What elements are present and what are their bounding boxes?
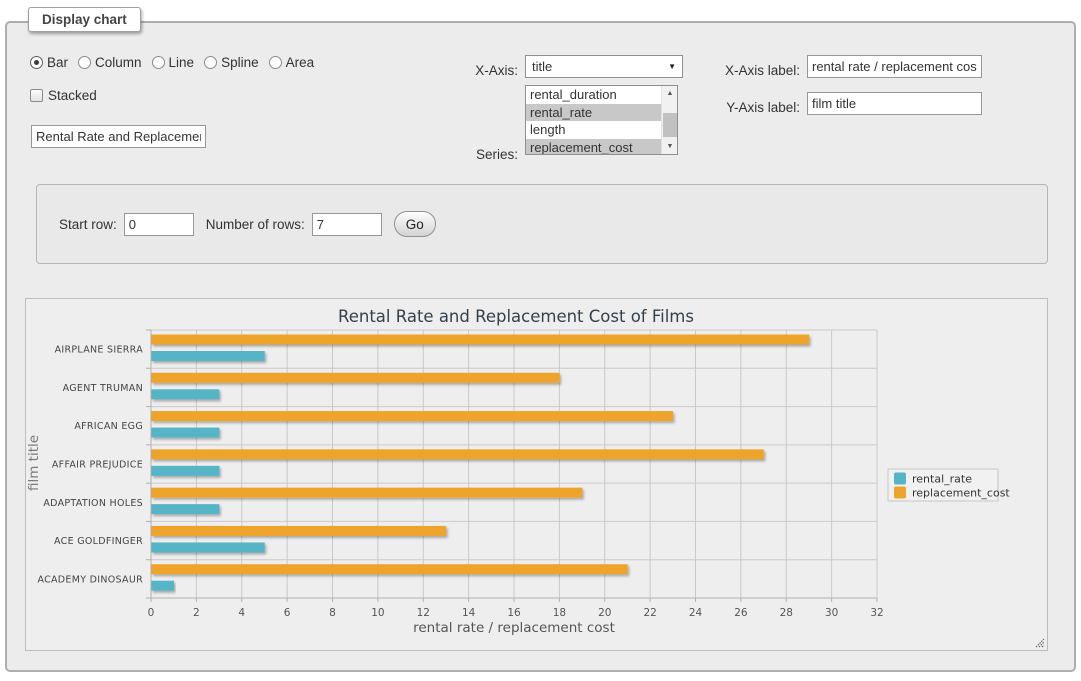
category-label: AGENT TRUMAN: [63, 383, 143, 394]
y-axis-label-input[interactable]: [807, 92, 982, 115]
series-option-length[interactable]: length: [526, 121, 661, 139]
series-options: rental_durationrental_ratelengthreplacem…: [526, 86, 661, 154]
bar-rental_rate-african-egg[interactable]: [152, 428, 220, 438]
bar-rental_rate-airplane-sierra[interactable]: [152, 351, 265, 361]
x-tick-label: 32: [870, 607, 883, 619]
chevron-down-icon: ▼: [668, 62, 676, 71]
bar-replacement_cost-ace-goldfinger[interactable]: [152, 526, 447, 536]
legend-swatch-replacement_cost[interactable]: [894, 487, 906, 499]
bar-replacement_cost-adaptation-holes[interactable]: [152, 488, 583, 498]
legend-item-rental_rate[interactable]: rental_rate: [912, 473, 972, 486]
x-axis-selected-value: title: [532, 59, 552, 74]
x-axis-select[interactable]: title ▼: [525, 55, 683, 78]
x-tick-label: 6: [284, 607, 291, 619]
radio-label: Column: [95, 55, 142, 70]
x-tick-label: 8: [329, 607, 336, 619]
resize-handle-icon[interactable]: [1034, 637, 1045, 648]
chart-type-radio-column[interactable]: Column: [78, 55, 142, 70]
y-axis-label-label: Y-Axis label:: [700, 96, 800, 119]
scrollbar-thumb[interactable]: [663, 113, 677, 137]
series-option-rental_duration[interactable]: rental_duration: [526, 86, 661, 104]
bar-replacement_cost-african-egg[interactable]: [152, 411, 674, 421]
start-row-label: Start row:: [59, 217, 117, 232]
bar-chart: 02468101214161820222426283032AIRPLANE SI…: [26, 299, 1047, 650]
chart-type-group: Bar Column Line Spline Area: [30, 55, 314, 70]
bar-rental_rate-ace-goldfinger[interactable]: [152, 542, 265, 552]
radio-icon[interactable]: [204, 56, 217, 69]
radio-label: Area: [286, 55, 315, 70]
x-tick-label: 2: [193, 607, 200, 619]
x-tick-label: 26: [734, 607, 748, 619]
radio-label: Bar: [47, 55, 68, 70]
bar-replacement_cost-affair-prejudice[interactable]: [152, 449, 764, 459]
stacked-checkbox[interactable]: [30, 89, 43, 102]
bar-replacement_cost-academy-dinosaur[interactable]: [152, 564, 628, 574]
x-tick-label: 28: [780, 607, 793, 619]
bar-rental_rate-academy-dinosaur[interactable]: [152, 581, 174, 591]
x-tick-label: 20: [598, 607, 611, 619]
radio-label: Spline: [221, 55, 259, 70]
x-tick-label: 0: [148, 607, 155, 619]
category-label: AIRPLANE SIERRA: [55, 345, 144, 356]
radio-icon[interactable]: [30, 56, 43, 69]
x-tick-label: 14: [462, 607, 476, 619]
scroll-up-icon[interactable]: ▲: [662, 86, 678, 101]
stacked-label: Stacked: [48, 88, 97, 103]
category-label: AFFAIR PREJUDICE: [52, 460, 143, 471]
panel-title: Display chart: [28, 7, 141, 32]
chart-container: 02468101214161820222426283032AIRPLANE SI…: [25, 298, 1048, 651]
x-tick-label: 18: [553, 607, 566, 619]
bar-rental_rate-adaptation-holes[interactable]: [152, 504, 220, 514]
category-label: ADAPTATION HOLES: [43, 498, 143, 509]
chart-type-radio-bar[interactable]: Bar: [30, 55, 68, 70]
series-option-rental_rate[interactable]: rental_rate: [526, 104, 661, 122]
category-label: ACADEMY DINOSAUR: [37, 574, 143, 585]
x-axis-select-label: X-Axis:: [420, 59, 518, 82]
x-tick-label: 24: [689, 607, 703, 619]
x-tick-label: 22: [643, 607, 656, 619]
y-axis-title: film title: [26, 435, 42, 491]
go-button[interactable]: Go: [394, 211, 436, 237]
series-listbox[interactable]: rental_durationrental_ratelengthreplacem…: [525, 85, 678, 155]
stacked-checkbox-row[interactable]: Stacked: [30, 88, 97, 103]
x-tick-label: 4: [238, 607, 245, 619]
bar-rental_rate-affair-prejudice[interactable]: [152, 466, 220, 476]
radio-icon[interactable]: [269, 56, 282, 69]
x-tick-label: 10: [371, 607, 384, 619]
listbox-scrollbar[interactable]: ▲ ▼: [661, 86, 677, 154]
number-of-rows-input[interactable]: [312, 213, 382, 236]
category-label: AFRICAN EGG: [74, 421, 143, 432]
chart-title: Rental Rate and Replacement Cost of Film…: [338, 307, 694, 326]
legend-item-replacement_cost[interactable]: replacement_cost: [912, 487, 1010, 500]
rows-panel: Start row: Number of rows: Go: [36, 184, 1048, 264]
radio-label: Line: [169, 55, 195, 70]
bar-replacement_cost-agent-truman[interactable]: [152, 373, 560, 383]
x-axis-label-input[interactable]: [807, 55, 982, 78]
chart-type-radio-line[interactable]: Line: [152, 55, 195, 70]
chart-type-radio-spline[interactable]: Spline: [204, 55, 259, 70]
radio-icon[interactable]: [78, 56, 91, 69]
scroll-down-icon[interactable]: ▼: [662, 139, 678, 154]
series-select-label: Series:: [420, 143, 518, 166]
start-row-input[interactable]: [124, 213, 194, 236]
x-axis-label-label: X-Axis label:: [700, 59, 800, 82]
x-axis-title: rental rate / replacement cost: [413, 620, 615, 636]
display-chart-page: Display chart Bar Column Line Spline Area St…: [0, 0, 1081, 681]
chart-title-input[interactable]: [31, 125, 206, 148]
x-tick-label: 12: [417, 607, 430, 619]
bar-replacement_cost-airplane-sierra[interactable]: [152, 335, 810, 345]
number-of-rows-label: Number of rows:: [206, 217, 305, 232]
category-label: ACE GOLDFINGER: [54, 536, 143, 547]
series-option-replacement_cost[interactable]: replacement_cost: [526, 139, 661, 156]
chart-type-radio-area[interactable]: Area: [269, 55, 315, 70]
bar-rental_rate-agent-truman[interactable]: [152, 389, 220, 399]
legend-swatch-rental_rate[interactable]: [894, 473, 906, 485]
x-tick-label: 30: [825, 607, 838, 619]
x-tick-label: 16: [507, 607, 521, 619]
radio-icon[interactable]: [152, 56, 165, 69]
